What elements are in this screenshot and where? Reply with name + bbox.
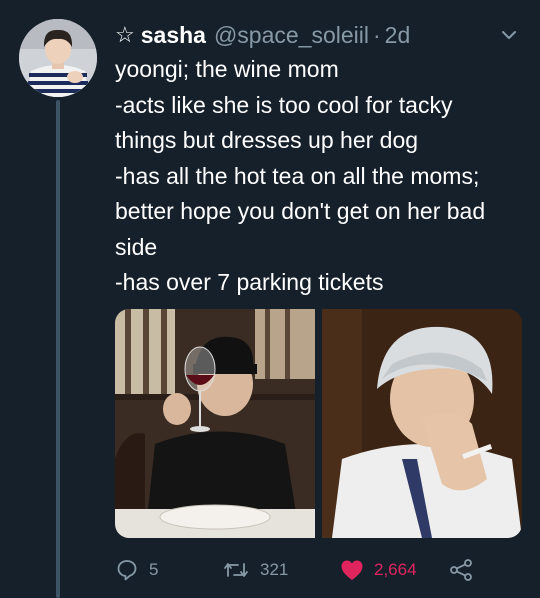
tweet-text: yoongi; the wine mom -acts like she is t… [115, 52, 525, 301]
timestamp[interactable]: 2d [385, 22, 411, 49]
avatar[interactable] [19, 19, 97, 97]
tweet-line: side [115, 233, 158, 260]
share-button[interactable] [448, 558, 474, 582]
reply-icon [115, 558, 139, 582]
like-count: 2,664 [374, 560, 417, 579]
tweet-line: -has all the hot tea on all the moms; [115, 162, 480, 189]
media-gallery [115, 309, 522, 538]
tweet-header: ☆ sasha @space_soleiil · 2d [115, 18, 520, 52]
reply-count: 5 [149, 560, 159, 579]
chevron-down-icon[interactable] [498, 24, 520, 46]
reply-button[interactable]: 5 [115, 558, 222, 582]
tweet-line: better hope you don't get on her bad [115, 198, 486, 224]
like-button[interactable]: 2,664 [340, 559, 448, 581]
thread-line [56, 100, 60, 598]
separator-dot: · [373, 21, 381, 48]
display-name[interactable]: sasha [141, 22, 206, 49]
star-outline-icon: ☆ [115, 22, 135, 47]
tweet-line: -has over 7 parking tickets [115, 269, 384, 295]
tweet-line: yoongi; the wine mom [115, 56, 339, 82]
retweet-button[interactable]: 321 [222, 558, 340, 582]
user-handle[interactable]: @space_soleiil [214, 22, 369, 49]
avatar-image [19, 19, 97, 97]
tweet-line: -acts like she is too cool for tacky [115, 91, 453, 118]
photo-covering-face[interactable] [321, 309, 523, 538]
tweet-actions: 5 321 2,664 [115, 553, 525, 587]
share-icon [448, 558, 474, 582]
photo-wine-glass[interactable] [115, 309, 316, 538]
retweet-icon [222, 558, 250, 582]
heart-icon [340, 559, 364, 581]
retweet-count: 321 [260, 560, 289, 579]
tweet-line: things but dresses up her dog [115, 127, 419, 153]
